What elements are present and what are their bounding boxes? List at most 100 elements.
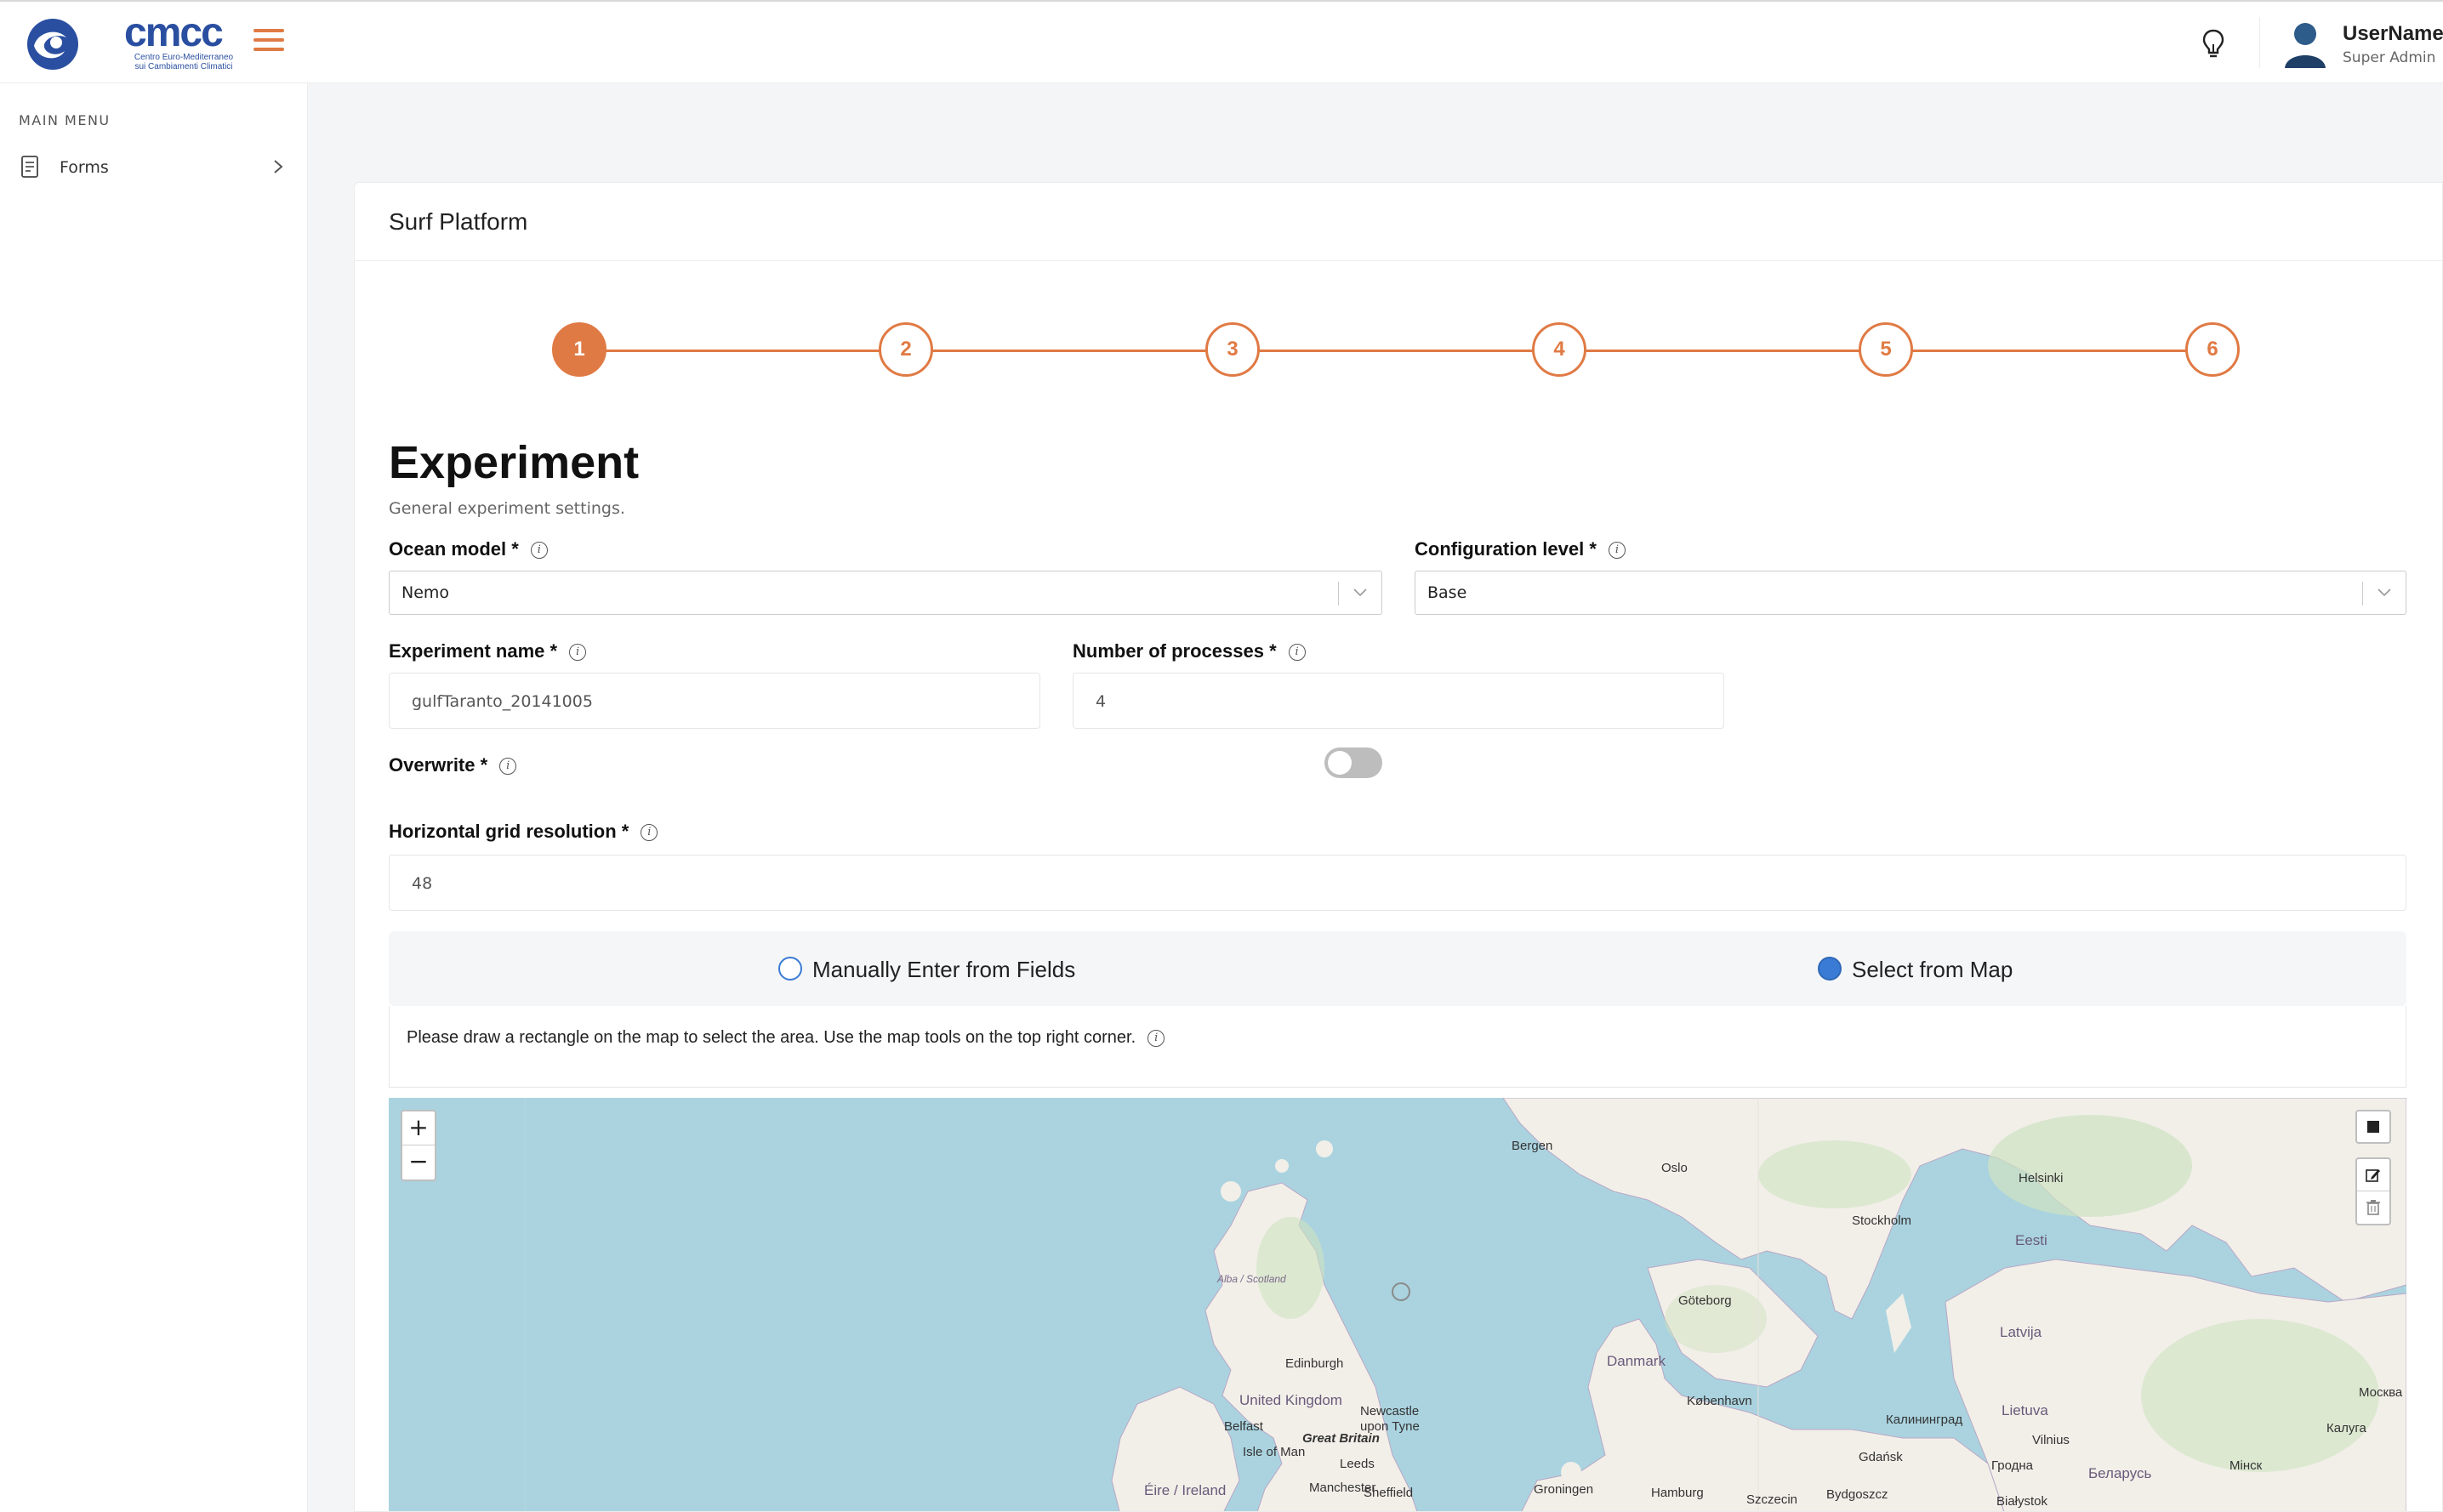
info-icon[interactable]: i bbox=[569, 644, 587, 662]
map-label: Hamburg bbox=[1651, 1486, 1704, 1500]
user-name[interactable]: UserName bbox=[2343, 22, 2443, 46]
main-menu-title: MAIN MENU bbox=[19, 112, 111, 128]
edit-layers-button[interactable] bbox=[2357, 1159, 2389, 1191]
map-label: Vilnius bbox=[2032, 1433, 2070, 1447]
header-divider bbox=[2259, 17, 2260, 68]
map-draw-tools bbox=[2355, 1110, 2391, 1225]
map-label: Lietuva bbox=[2002, 1402, 2048, 1418]
wizard-stepper: 1 2 3 4 5 6 bbox=[552, 322, 2243, 378]
horizontal-grid-resolution-label: Horizontal grid resolution * i bbox=[389, 821, 658, 843]
sidebar-item-label: Forms bbox=[60, 158, 109, 177]
logo-subtitle-2: sui Cambiamenti Climatici bbox=[134, 62, 233, 71]
map-zoom-control: + − bbox=[401, 1110, 436, 1181]
trash-icon bbox=[2366, 1200, 2380, 1215]
map-label: Leeds bbox=[1340, 1457, 1375, 1471]
map-label: United Kingdom bbox=[1239, 1392, 1342, 1408]
info-icon[interactable]: i bbox=[641, 824, 658, 842]
draw-rectangle-button[interactable] bbox=[2355, 1110, 2391, 1144]
logo-subtitle-1: Centro Euro-Mediterraneo bbox=[134, 53, 234, 62]
step-5[interactable]: 5 bbox=[1859, 322, 1913, 377]
map-label: København bbox=[1687, 1394, 1752, 1408]
step-1[interactable]: 1 bbox=[552, 322, 606, 377]
top-header: cmcc Centro Euro-Mediterraneo sui Cambia… bbox=[0, 0, 2443, 83]
map-area-selector[interactable]: Bergen Oslo Stockholm Helsinki Eesti Lat… bbox=[389, 1098, 2406, 1511]
select-separator bbox=[2362, 582, 2363, 605]
radio-circle bbox=[778, 957, 802, 981]
sidebar: MAIN MENU Forms bbox=[0, 83, 308, 1512]
lightbulb-icon[interactable] bbox=[2201, 27, 2225, 61]
chevron-down-icon bbox=[2378, 588, 2391, 597]
info-icon[interactable]: i bbox=[499, 758, 517, 776]
map-label: Alba / Scotland bbox=[1217, 1273, 1286, 1285]
page-title: Surf Platform bbox=[389, 208, 528, 235]
document-icon bbox=[21, 156, 38, 178]
map-label: Gdańsk bbox=[1859, 1450, 1903, 1464]
info-icon[interactable]: i bbox=[1147, 1029, 1165, 1047]
configuration-level-label: Configuration level * i bbox=[1415, 538, 1626, 560]
edit-icon bbox=[2366, 1168, 2380, 1182]
delete-layers-button[interactable] bbox=[2357, 1191, 2389, 1224]
map-label: Sheffield bbox=[1364, 1486, 1414, 1500]
hamburger-menu-icon[interactable] bbox=[253, 29, 284, 56]
map-label: Oslo bbox=[1661, 1161, 1688, 1175]
horizontal-grid-resolution-value: 48 bbox=[412, 874, 433, 893]
ocean-model-select[interactable]: Nemo bbox=[389, 571, 1382, 615]
map-label: Москва bbox=[2359, 1385, 2403, 1400]
section-title: Experiment bbox=[389, 437, 640, 488]
map-label: Göteborg bbox=[1678, 1293, 1732, 1308]
overwrite-label: Overwrite * i bbox=[389, 754, 517, 776]
zoom-in-button[interactable]: + bbox=[402, 1111, 435, 1145]
number-of-processes-input[interactable]: 4 bbox=[1073, 673, 1724, 729]
map-tiles bbox=[524, 1098, 2406, 1511]
sidebar-item-forms[interactable]: Forms bbox=[0, 150, 308, 185]
surf-platform-card: Surf Platform 1 2 3 4 5 6 Experiment Gen… bbox=[354, 182, 2443, 1512]
map-label: Białystok bbox=[1996, 1494, 2048, 1509]
horizontal-grid-resolution-input[interactable]: 48 bbox=[389, 855, 2406, 911]
configuration-level-select[interactable]: Base bbox=[1415, 571, 2406, 615]
number-of-processes-value: 4 bbox=[1096, 692, 1107, 711]
map-label: Danmark bbox=[1607, 1353, 1666, 1369]
step-3[interactable]: 3 bbox=[1205, 322, 1260, 377]
cmcc-logo-text[interactable]: cmcc Centro Euro-Mediterraneo sui Cambia… bbox=[124, 13, 243, 72]
configuration-level-value: Base bbox=[1427, 583, 1467, 602]
map-instructions-text: Please draw a rectangle on the map to se… bbox=[407, 1028, 1165, 1048]
avatar[interactable] bbox=[2283, 17, 2327, 68]
map-label: Éire / Ireland bbox=[1144, 1482, 1227, 1498]
map-label: Bydgoszcz bbox=[1826, 1487, 1888, 1502]
step-4[interactable]: 4 bbox=[1532, 322, 1586, 377]
map-label: Калуга bbox=[2326, 1421, 2366, 1435]
info-icon[interactable]: i bbox=[1608, 542, 1626, 560]
radio-map-label: Select from Map bbox=[1852, 957, 2013, 982]
number-of-processes-label: Number of processes * i bbox=[1073, 640, 1306, 662]
user-role: Super Admin bbox=[2343, 49, 2436, 66]
map-instructions-box: Please draw a rectangle on the map to se… bbox=[389, 1006, 2406, 1088]
chevron-right-icon bbox=[274, 160, 283, 173]
info-icon[interactable]: i bbox=[530, 542, 548, 560]
map-label: Helsinki bbox=[2019, 1171, 2064, 1185]
cmcc-logo-mark[interactable] bbox=[22, 17, 83, 71]
map-label: Groningen bbox=[1534, 1482, 1594, 1497]
step-2[interactable]: 2 bbox=[879, 322, 933, 377]
card-header: Surf Platform bbox=[355, 183, 2442, 261]
step-6[interactable]: 6 bbox=[2185, 322, 2240, 377]
map-label: Мінск bbox=[2229, 1458, 2263, 1473]
map-label: Edinburgh bbox=[1285, 1356, 1344, 1371]
overwrite-toggle[interactable] bbox=[1324, 747, 1382, 778]
ocean-model-value: Nemo bbox=[401, 583, 450, 602]
map-edit-group bbox=[2355, 1157, 2391, 1225]
experiment-name-label: Experiment name * i bbox=[389, 640, 587, 662]
map-label: Stockholm bbox=[1852, 1214, 1912, 1228]
area-mode-radio-group: Manually Enter from Fields Select from M… bbox=[389, 931, 2406, 1006]
map-label: Szczecin bbox=[1746, 1492, 1798, 1507]
rectangle-icon bbox=[2367, 1121, 2379, 1133]
map-label: Беларусь bbox=[2088, 1465, 2152, 1481]
map-label: Belfast bbox=[1224, 1419, 1263, 1434]
info-icon[interactable]: i bbox=[1288, 644, 1306, 662]
radio-select-from-map[interactable]: Select from Map bbox=[1818, 955, 2022, 982]
experiment-name-input[interactable]: gulfTaranto_20141005 bbox=[389, 673, 1040, 729]
map-label: Bergen bbox=[1512, 1139, 1553, 1153]
map-label: Latvija bbox=[2000, 1324, 2042, 1340]
zoom-out-button[interactable]: − bbox=[402, 1145, 435, 1179]
radio-manual-entry[interactable]: Manually Enter from Fields bbox=[778, 955, 1085, 982]
map-label: Калининград bbox=[1886, 1413, 1963, 1427]
